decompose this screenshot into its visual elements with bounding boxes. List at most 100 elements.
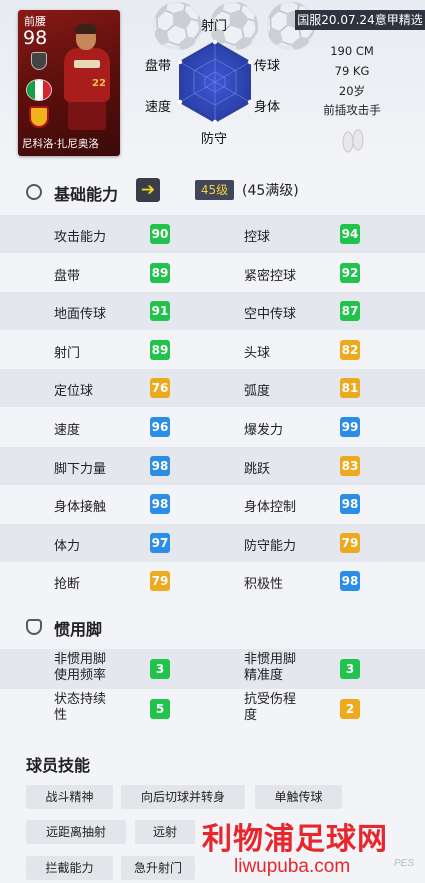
- player-height: 190 CM: [330, 44, 374, 58]
- stat-label: 攻击能力: [54, 230, 107, 245]
- stat-value: 83: [340, 455, 360, 476]
- skill-chip[interactable]: 拦截能力: [26, 856, 113, 880]
- stat-label: 射门: [54, 345, 81, 361]
- skill-chip[interactable]: 远距离抽射: [26, 820, 126, 844]
- stat-value: 98: [340, 571, 360, 592]
- stat-label: 紧密控球: [244, 268, 297, 284]
- skills-title: 球员技能: [26, 756, 91, 775]
- stat-value: 76: [150, 378, 170, 399]
- stat-label: 防守能力: [244, 538, 297, 554]
- stat-label: 头球: [244, 345, 271, 361]
- shield-icon: [26, 619, 42, 635]
- stat-label: 速度: [54, 423, 81, 438]
- player-header: ⚽⚽⚽ 前腰 98 22 尼科洛·扎尼奥洛 射门 盘带 传球 速度 身体 防守 …: [0, 0, 425, 165]
- foot-title: 惯用脚: [54, 620, 103, 639]
- foot-row: 状态持续性 5 抗受伤程度 2: [0, 689, 425, 729]
- stat-label: 跳跃: [244, 461, 271, 477]
- basic-ability-title: 基础能力: [54, 185, 119, 204]
- stat-row: 体力 97 防守能力 79: [0, 523, 425, 562]
- radar-label-passing: 传球: [254, 59, 281, 74]
- player-role: 前插攻击手: [323, 103, 381, 117]
- basic-ability-icon: [26, 184, 42, 200]
- stat-value: 81: [340, 378, 360, 399]
- stat-row: 速度 96 爆发力 99: [0, 408, 425, 446]
- level-arrow-icon[interactable]: ➔: [136, 178, 160, 202]
- stat-label: 体力: [54, 538, 81, 554]
- watermark-cn: 利物浦足球网: [202, 822, 388, 857]
- level-badge[interactable]: 45级: [195, 180, 234, 200]
- skill-chip[interactable]: 远射: [135, 820, 195, 844]
- skill-chip[interactable]: 战斗精神: [26, 785, 113, 809]
- stat-value: 82: [340, 339, 360, 360]
- site-watermark: 利物浦足球网 liwupuba.com PES: [196, 812, 425, 883]
- stat-value: 87: [340, 301, 360, 322]
- player-weight: 79 KG: [334, 64, 370, 78]
- stat-value: 98: [150, 455, 170, 476]
- foot-row: 非惯用脚 使用频率 3 非惯用脚 精准度 3: [0, 649, 425, 689]
- foot-header: 惯用脚: [0, 612, 425, 642]
- stat-label: 抢断: [54, 577, 81, 593]
- player-card[interactable]: 前腰 98 22 尼科洛·扎尼奥洛: [18, 10, 120, 156]
- stat-value: 91: [150, 301, 170, 322]
- max-level-text: (45满级): [242, 183, 299, 199]
- edition-badge: 国服20.07.24意甲精选: [295, 10, 425, 30]
- stat-value: 89: [150, 339, 170, 360]
- weak-foot-accuracy-label: 非惯用脚 精准度: [244, 652, 297, 683]
- stat-label: 身体控制: [244, 500, 297, 516]
- stat-value: 79: [150, 571, 170, 592]
- club-crest-icon: [29, 106, 49, 128]
- stat-value: 94: [340, 224, 360, 244]
- card-overall: 98: [23, 27, 48, 49]
- player-age: 20岁: [338, 84, 366, 98]
- stat-label: 爆发力: [244, 423, 284, 438]
- stat-value: 98: [340, 494, 360, 515]
- stat-label: 盘带: [54, 268, 81, 284]
- card-player-name: 尼科洛·扎尼奥洛: [22, 138, 99, 150]
- stat-label: 定位球: [54, 384, 94, 400]
- stat-value: 97: [150, 532, 170, 553]
- injury-resistance-label: 抗受伤程度: [244, 692, 297, 723]
- stat-value: 98: [150, 494, 170, 515]
- stat-label: 地面传球: [54, 307, 107, 323]
- stat-row: 地面传球 91 空中传球 87: [0, 292, 425, 331]
- stat-value: 79: [340, 532, 360, 553]
- stat-row: 脚下力量 98 跳跃 83: [0, 446, 425, 485]
- radar-label-speed: 速度: [145, 100, 172, 115]
- stat-row: 攻击能力 90 控球 94: [0, 215, 425, 253]
- radar-label-physical: 身体: [254, 100, 281, 115]
- stat-row: 盘带 89 紧密控球 92: [0, 254, 425, 292]
- form-label: 状态持续性: [54, 692, 107, 723]
- italy-flag-icon: [26, 79, 52, 101]
- skill-chip[interactable]: 单触传球: [255, 785, 342, 809]
- stat-label: 控球: [244, 230, 271, 245]
- stat-label: 积极性: [244, 577, 284, 593]
- stat-label: 脚下力量: [54, 461, 107, 477]
- radar-label-shooting: 射门: [201, 19, 228, 34]
- stat-value: 90: [150, 224, 170, 244]
- stat-value: 96: [150, 417, 170, 437]
- form-value: 5: [150, 699, 170, 719]
- radar-label-defense: 防守: [201, 132, 228, 147]
- stat-row: 身体接触 98 身体控制 98: [0, 485, 425, 523]
- watermark-pes: PES: [394, 858, 415, 869]
- skill-chip[interactable]: 向后切球并转身: [121, 785, 245, 809]
- stat-label: 空中传球: [244, 307, 297, 323]
- basic-ability-header: 基础能力 ➔ 45级 (45满级): [0, 177, 425, 207]
- card-shield-icon: [31, 52, 47, 70]
- weak-foot-usage-label: 非惯用脚 使用频率: [54, 652, 107, 683]
- stat-value: 89: [150, 262, 170, 283]
- ability-radar: 射门 盘带 传球 速度 身体 防守: [140, 14, 290, 147]
- weak-foot-accuracy-value: 3: [340, 659, 360, 679]
- skill-chip[interactable]: 急升射门: [121, 856, 195, 880]
- player-photo: 22: [58, 24, 116, 134]
- radar-label-dribbling: 盘带: [145, 59, 172, 74]
- stat-row: 定位球 76 弧度 81: [0, 369, 425, 408]
- weak-foot-usage-value: 3: [150, 659, 170, 679]
- stat-label: 身体接触: [54, 500, 107, 516]
- stat-value: 99: [340, 417, 360, 437]
- stat-row: 抢断 79 积极性 98: [0, 562, 425, 600]
- watermark-en: liwupuba.com: [234, 856, 351, 877]
- stat-value: 92: [340, 262, 360, 283]
- footprint-icon: [342, 129, 364, 153]
- injury-resistance-value: 2: [340, 699, 360, 719]
